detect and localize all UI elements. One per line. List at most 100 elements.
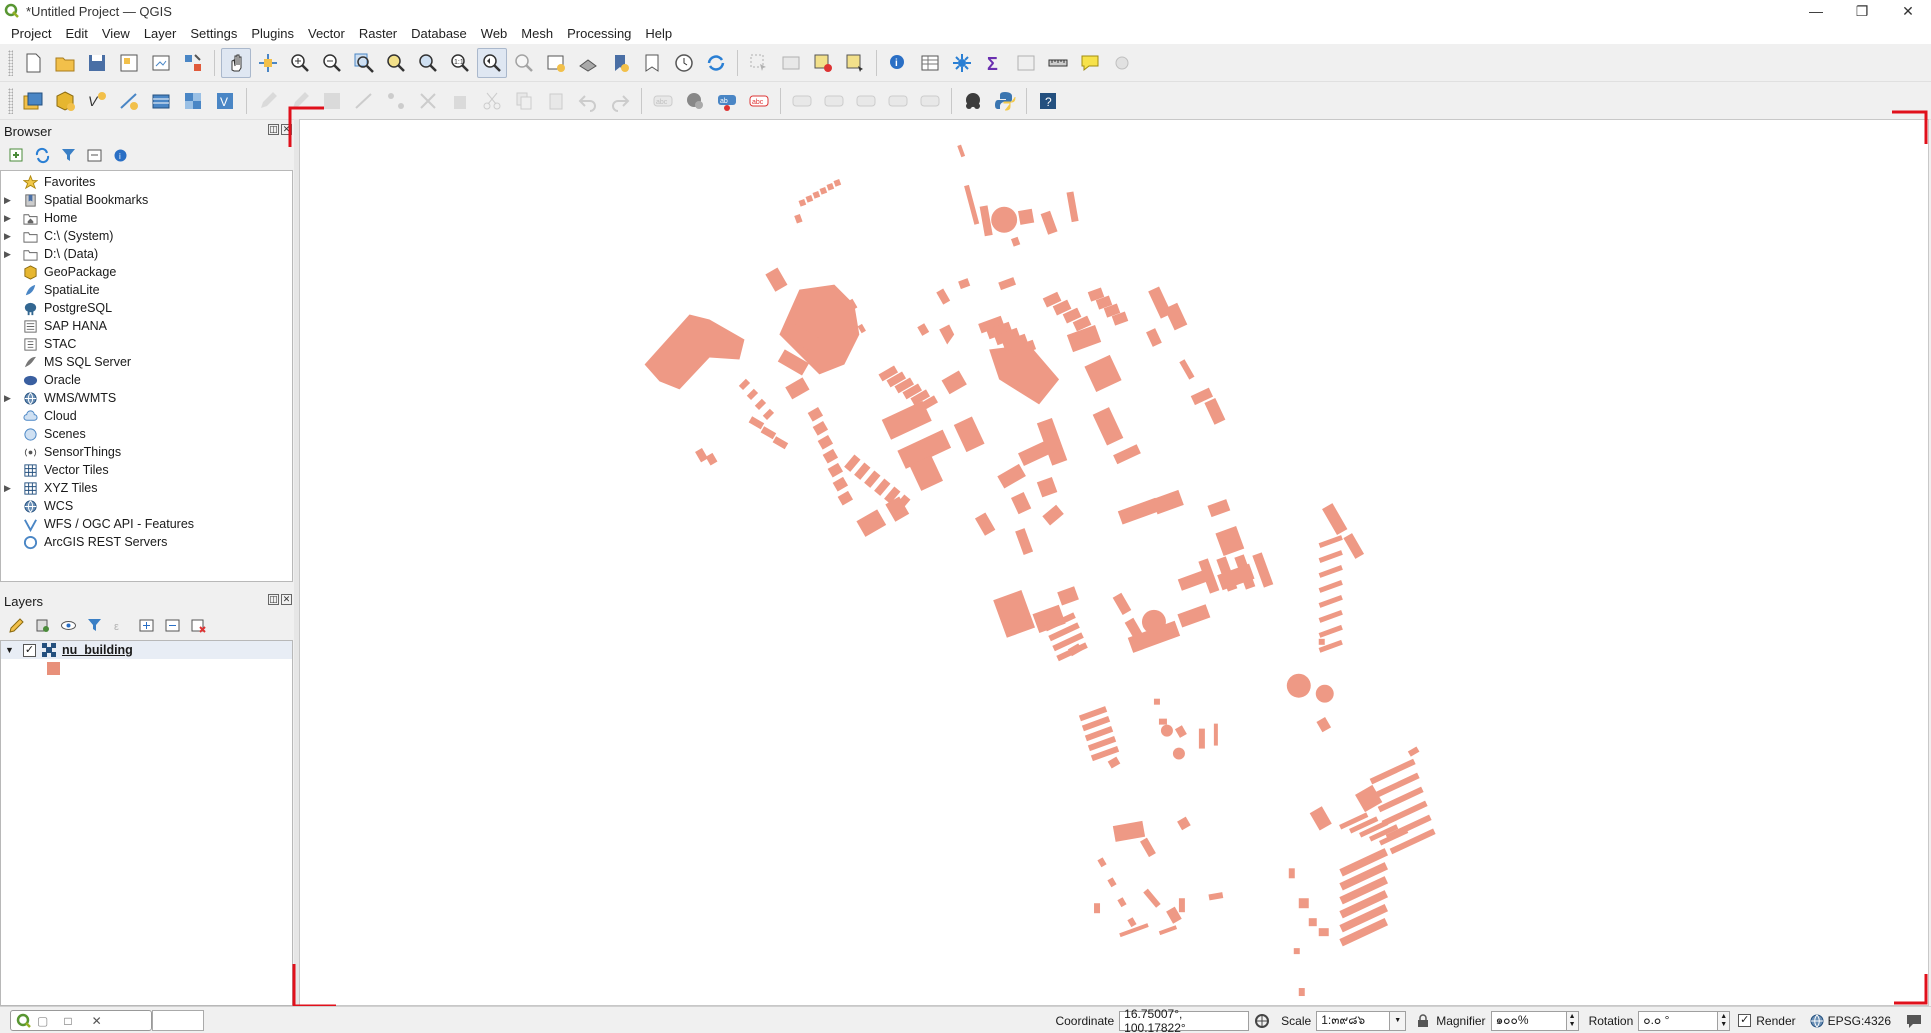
zoom-full-icon[interactable] [349,48,379,78]
browser-item[interactable]: ▶ Home [1,209,292,227]
browser-item[interactable]: SAP HANA [1,317,292,335]
show-hide-labels-icon[interactable]: abc [744,86,774,116]
vertex-tool-icon[interactable] [381,86,411,116]
zoom-next-icon[interactable] [509,48,539,78]
add-raster-layer-icon[interactable] [178,86,208,116]
refresh-icon[interactable] [701,48,731,78]
filter-legend-icon[interactable] [84,615,104,635]
browser-item[interactable]: ▶ WMS/WMTS [1,389,292,407]
deselect-all-icon[interactable] [808,48,838,78]
close-button[interactable]: ✕ [1885,0,1931,22]
browser-item[interactable]: Cloud [1,407,292,425]
data-source-manager-icon[interactable] [18,86,48,116]
expand-arrow-icon[interactable]: ▶ [4,249,16,260]
add-virtual-layer-icon[interactable]: V [210,86,240,116]
collapse-all-icon[interactable] [84,145,104,165]
maximize-locator-icon[interactable]: □ [64,1014,71,1028]
toggle-extents-icon[interactable] [1253,1012,1271,1030]
edit-pencil-icon[interactable] [253,86,283,116]
layer-item[interactable]: ▼ ✓ nu_building [1,641,292,659]
scale-dropdown-icon[interactable]: ▼ [1390,1010,1407,1031]
menu-processing[interactable]: Processing [560,26,638,41]
close-panel-icon[interactable]: ✕ [281,594,292,605]
expand-arrow-icon[interactable]: ▶ [4,231,16,242]
save-project-icon[interactable] [82,48,112,78]
open-project-icon[interactable] [50,48,80,78]
new-3d-view-icon[interactable] [573,48,603,78]
processing-toolbox-icon[interactable] [947,48,977,78]
new-shapefile-layer-icon[interactable]: V [82,86,112,116]
select-by-value-icon[interactable] [776,48,806,78]
modify-attributes-icon[interactable] [413,86,443,116]
float-panel-icon[interactable]: ◫ [268,124,279,135]
float-panel-icon[interactable]: ◫ [268,594,279,605]
quickmapservices-icon[interactable] [958,86,988,116]
menu-vector[interactable]: Vector [301,26,352,41]
enable-properties-icon[interactable]: i [110,145,130,165]
minimize-button[interactable]: — [1793,0,1839,22]
open-field-calculator-icon[interactable] [1011,48,1041,78]
digitize-line-icon[interactable] [349,86,379,116]
new-geopackage-layer-icon[interactable] [50,86,80,116]
label-toolbar-icon[interactable]: abc [648,86,678,116]
open-layer-styling-icon[interactable] [6,615,26,635]
menu-web[interactable]: Web [474,26,515,41]
zoom-last-icon[interactable] [477,47,507,78]
menu-raster[interactable]: Raster [352,26,404,41]
browser-item[interactable]: ▶ D:\ (Data) [1,245,292,263]
collapse-arrow-icon[interactable]: ▼ [5,645,17,655]
collapse-all-layers-icon[interactable] [162,615,182,635]
lock-scale-icon[interactable] [1416,1013,1430,1028]
cut-features-icon[interactable] [477,86,507,116]
browser-item[interactable]: Favorites [1,173,292,191]
messages-icon[interactable] [1905,1012,1923,1030]
expand-arrow-icon[interactable]: ▶ [4,195,16,206]
temporal-controller-icon[interactable] [669,48,699,78]
change-label-icon[interactable] [851,86,881,116]
remove-layer-icon[interactable] [188,615,208,635]
measure-line-icon[interactable] [1043,48,1073,78]
select-by-location-icon[interactable] [840,48,870,78]
rotation-spinner[interactable]: ▲ ▼ [1718,1010,1731,1031]
menu-mesh[interactable]: Mesh [514,26,560,41]
menu-project[interactable]: Project [4,26,58,41]
browser-item[interactable]: Scenes [1,425,292,443]
browser-item[interactable]: GeoPackage [1,263,292,281]
menu-database[interactable]: Database [404,26,474,41]
zoom-native-icon[interactable]: 1:1 [445,48,475,78]
locator-search[interactable]: ▢ □ ✕ [10,1010,152,1031]
new-temporary-layer-icon[interactable] [114,86,144,116]
locator-input[interactable] [152,1010,204,1031]
browser-item[interactable]: STAC [1,335,292,353]
rotation-field[interactable]: ๐.๐ ° [1638,1010,1719,1031]
style-manager-icon[interactable] [178,48,208,78]
python-console-icon[interactable] [990,86,1020,116]
menu-settings[interactable]: Settings [183,26,244,41]
browser-item[interactable]: ▶ Spatial Bookmarks [1,191,292,209]
highlight-pinned-labels-icon[interactable]: ab [712,86,742,116]
menu-layer[interactable]: Layer [137,26,184,41]
menu-plugins[interactable]: Plugins [244,26,301,41]
filter-by-expression-icon[interactable]: ε [110,615,130,635]
new-project-icon[interactable] [18,48,48,78]
rotate-label-icon[interactable] [819,86,849,116]
browser-item[interactable]: WCS [1,497,292,515]
browser-item[interactable]: PostgreSQL [1,299,292,317]
filter-browser-icon[interactable] [58,145,78,165]
show-bookmarks-icon[interactable] [637,48,667,78]
expand-all-icon[interactable] [136,615,156,635]
copy-features-icon[interactable] [509,86,539,116]
magnifier-field[interactable]: ๑๐๐% [1490,1010,1567,1031]
zoom-to-selection-icon[interactable] [381,48,411,78]
close-locator-icon[interactable]: ✕ [92,1014,102,1028]
help-icon[interactable]: ? [1033,86,1063,116]
expand-arrow-icon[interactable]: ▶ [4,213,16,224]
menu-edit[interactable]: Edit [58,26,94,41]
pan-to-selection-icon[interactable] [253,48,283,78]
identify-features-icon[interactable]: i [883,48,913,78]
map-canvas[interactable] [299,119,1929,1006]
delete-selected-icon[interactable] [445,86,475,116]
layer-visibility-checkbox[interactable]: ✓ [23,643,36,657]
magnifier-spinner[interactable]: ▲ ▼ [1566,1010,1579,1031]
manage-map-themes-icon[interactable] [58,615,78,635]
